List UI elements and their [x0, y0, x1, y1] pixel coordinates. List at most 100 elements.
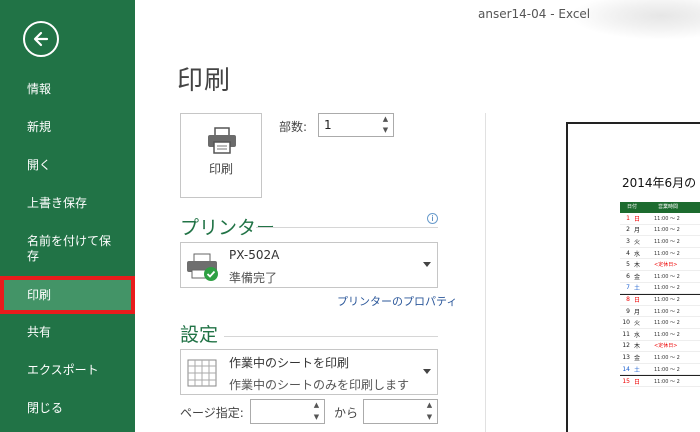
printer-status: 準備完了	[229, 271, 278, 285]
down-arrow-icon[interactable]: ▼	[314, 413, 319, 421]
row-weekday: 木	[633, 262, 640, 270]
nav-item-save[interactable]: 上書き保存	[0, 196, 135, 211]
row-weekday: 火	[633, 238, 640, 246]
table-row: 10 火 11:00 ～ 2	[620, 317, 700, 329]
row-hours: 11:00 ～ 2	[654, 378, 680, 385]
table-row: 14 土 11:00 ～ 2	[620, 364, 700, 376]
row-weekday: 木	[633, 343, 640, 351]
page-from-stepper[interactable]: ▲ ▼	[250, 399, 325, 424]
stepper-arrows[interactable]: ▲ ▼	[378, 114, 393, 136]
table-row: 11 水 11:00 ～ 2	[620, 329, 700, 341]
copies-label: 部数:	[279, 120, 308, 134]
row-day: 7	[626, 284, 630, 292]
row-day: 13	[622, 353, 630, 361]
row-weekday: 月	[633, 227, 640, 235]
row-day: 1	[626, 214, 630, 222]
table-row: 2 月 11:00 ～ 2	[620, 225, 700, 237]
nav-item-open[interactable]: 開く	[0, 158, 135, 173]
print-button-label: 印刷	[208, 162, 233, 176]
settings-heading-rule	[224, 336, 438, 337]
down-arrow-icon[interactable]: ▼	[383, 127, 388, 134]
row-hours: 11:00 ～ 2	[654, 320, 680, 327]
row-hours: 11:00 ～ 2	[654, 273, 680, 280]
table-row: 4 水 11:00 ～ 2	[620, 248, 700, 260]
copies-stepper[interactable]: 1 ▲ ▼	[318, 113, 394, 137]
printer-ready-icon	[187, 253, 218, 281]
row-day: 9	[626, 307, 630, 315]
stepper-arrows[interactable]: ▲ ▼	[309, 400, 324, 423]
table-row: 7 土 11:00 ～ 2	[620, 283, 700, 295]
print-scope-description: 作業中のシートのみを印刷します	[229, 378, 410, 392]
nav-item-save-as[interactable]: 名前を付けて保存	[0, 234, 120, 264]
row-weekday: 水	[633, 250, 640, 258]
sheet-grid-icon	[187, 359, 217, 387]
print-scope-title: 作業中のシートを印刷	[229, 356, 350, 370]
table-row: 3 火 11:00 ～ 2	[620, 236, 700, 248]
row-hours: 11:00 ～ 2	[654, 285, 680, 292]
row-weekday: 日	[633, 215, 640, 223]
row-weekday: 金	[633, 273, 640, 281]
printer-select[interactable]: PX-502A 準備完了	[180, 242, 438, 288]
row-hours: 11:00 ～ 2	[654, 250, 680, 257]
nav-item-print[interactable]: 印刷	[0, 276, 135, 314]
print-scope-select[interactable]: 作業中のシートを印刷 作業中のシートのみを印刷します	[180, 349, 438, 395]
row-hours: 11:00 ～ 2	[654, 227, 680, 234]
pages-label: ページ指定:	[180, 406, 244, 420]
page-title: 印刷	[177, 66, 232, 96]
table-row: 8 日 11:00 ～ 2	[620, 294, 700, 306]
row-day: 3	[626, 237, 630, 245]
back-button[interactable]	[23, 21, 59, 57]
row-hours: 11:00 ～ 2	[654, 308, 680, 315]
down-arrow-icon[interactable]: ▼	[427, 413, 432, 421]
row-weekday: 月	[633, 308, 640, 316]
printer-name: PX-502A	[229, 248, 280, 262]
nav-item-export[interactable]: エクスポート	[0, 363, 135, 378]
up-arrow-icon[interactable]: ▲	[427, 402, 432, 409]
printer-properties-link[interactable]: プリンターのプロパティ	[337, 293, 457, 309]
row-weekday: 日	[633, 297, 640, 305]
row-day: 2	[626, 226, 630, 234]
row-day: 12	[622, 342, 630, 350]
table-row: 9 月 11:00 ～ 2	[620, 306, 700, 318]
row-day: 15	[622, 377, 630, 385]
row-weekday: 火	[633, 320, 640, 328]
row-weekday: 土	[633, 285, 640, 293]
print-button[interactable]: 印刷	[180, 113, 262, 198]
header-date: 日付	[626, 204, 637, 210]
backstage-sidebar: 情報 新規 開く 上書き保存 名前を付けて保存 印刷 共有 エクスポート 閉じる	[0, 0, 135, 432]
row-hours: 11:00 ～ 2	[654, 366, 680, 373]
stepper-arrows[interactable]: ▲ ▼	[422, 400, 437, 423]
info-icon[interactable]: i	[427, 213, 438, 224]
settings-heading: 設定	[180, 324, 219, 346]
nav-item-new[interactable]: 新規	[0, 120, 135, 135]
up-arrow-icon[interactable]: ▲	[314, 402, 319, 409]
nav-item-share[interactable]: 共有	[0, 325, 135, 340]
page-range-to-label: から	[334, 406, 359, 420]
arrow-left-icon	[33, 31, 49, 47]
nav-item-info[interactable]: 情報	[0, 82, 135, 97]
row-day: 4	[626, 249, 630, 257]
window-title: anser14-04 - Excel	[478, 7, 591, 21]
table-row: 12 木 <定休日>	[620, 341, 700, 353]
row-day: 10	[622, 319, 630, 327]
printer-icon	[208, 127, 236, 154]
dropdown-arrow-icon	[423, 262, 431, 267]
nav-item-close[interactable]: 閉じる	[0, 401, 135, 416]
page-to-stepper[interactable]: ▲ ▼	[363, 399, 438, 424]
table-row: 13 金 11:00 ～ 2	[620, 352, 700, 364]
preview-sheet-title: 2014年6月の	[622, 176, 697, 190]
row-weekday: 土	[633, 366, 640, 374]
table-row: 1 日 11:00 ～ 2	[620, 213, 700, 225]
table-row: 5 木 <定休日>	[620, 259, 700, 271]
dropdown-arrow-icon	[423, 369, 431, 374]
up-arrow-icon[interactable]: ▲	[383, 116, 388, 123]
preview-table: 日付 営業時間 1 日 11:00 ～ 2 2 月 11:00 ～ 2 3 火 11:00 ～ …	[620, 202, 700, 387]
row-day: 14	[622, 365, 630, 373]
row-hours: <定休日>	[654, 262, 678, 269]
preview-rows: 1 日 11:00 ～ 2 2 月 11:00 ～ 2 3 火 11:00 ～ 2 4 水 11:00…	[620, 213, 700, 387]
row-day: 5	[626, 261, 630, 269]
row-hours: 11:00 ～ 2	[654, 215, 680, 222]
row-hours: 11:00 ～ 2	[654, 297, 680, 304]
row-weekday: 水	[633, 331, 640, 339]
row-weekday: 金	[633, 354, 640, 362]
